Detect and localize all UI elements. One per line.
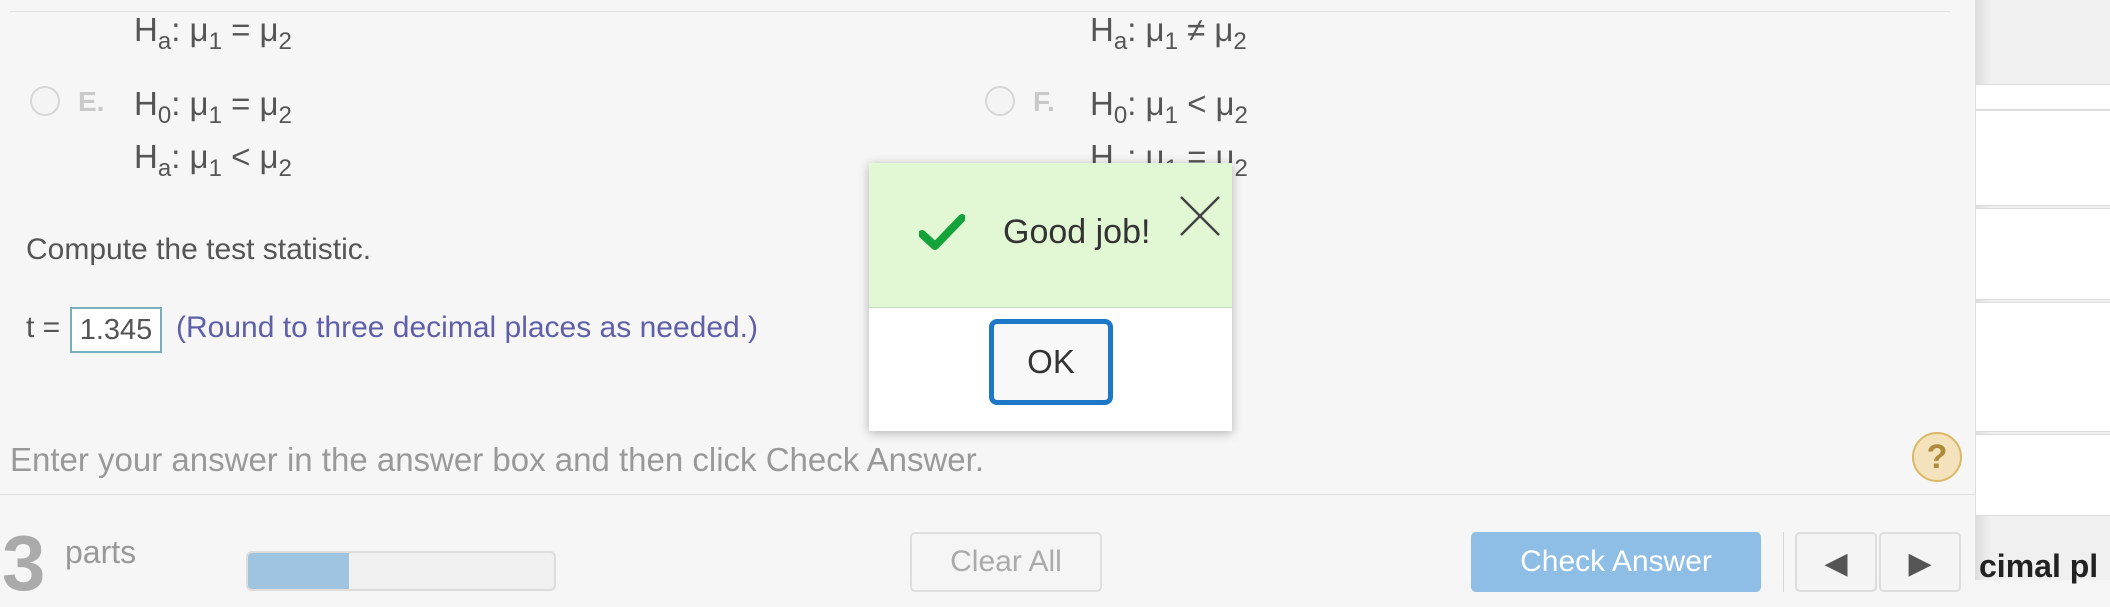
divider xyxy=(0,494,1975,495)
side-card xyxy=(1976,208,2110,300)
option-prev-alt-hypothesis: Ha: μ1 ≠ μ2 xyxy=(1090,11,1247,55)
help-button[interactable]: ? xyxy=(1912,432,1962,482)
divider xyxy=(1783,532,1784,592)
option-f-radio[interactable] xyxy=(985,86,1015,116)
triangle-right-icon: ▶ xyxy=(1908,547,1932,580)
side-panel: cimal pl xyxy=(1975,0,2110,584)
option-e-alt-hypothesis: Ha: μ1 < μ2 xyxy=(134,138,292,182)
instruction-text: Enter your answer in the answer box and … xyxy=(10,441,984,478)
side-card xyxy=(1976,84,2110,110)
divider xyxy=(10,11,1950,12)
checkmark-icon xyxy=(919,214,965,250)
parts-progress-bar xyxy=(246,551,556,591)
parts-label: parts xyxy=(65,534,137,570)
triangle-left-icon: ◀ xyxy=(1824,547,1848,580)
feedback-dialog: Good job! OK xyxy=(869,163,1232,431)
option-e-letter: E. xyxy=(78,86,105,117)
option-f-letter: F. xyxy=(1033,86,1055,117)
answer-input[interactable]: 1.345 xyxy=(70,307,162,353)
close-icon[interactable] xyxy=(1177,193,1223,239)
ok-button[interactable]: OK xyxy=(989,319,1113,405)
option-d-alt-hypothesis: Ha: μ1 = μ2 xyxy=(134,11,292,55)
side-card xyxy=(1976,302,2110,432)
dialog-header: Good job! xyxy=(869,163,1232,308)
side-card xyxy=(1976,110,2110,206)
rounding-hint: (Round to three decimal places as needed… xyxy=(176,311,759,344)
progress-fill xyxy=(248,553,349,589)
side-card xyxy=(1976,434,2110,516)
question-prompt: Compute the test statistic. xyxy=(26,233,372,266)
next-button[interactable]: ▶ xyxy=(1879,532,1961,592)
answer-variable-label: t = xyxy=(26,311,61,344)
parts-count: 3 xyxy=(2,519,46,607)
previous-button[interactable]: ◀ xyxy=(1795,532,1877,592)
dialog-message: Good job! xyxy=(1003,213,1151,251)
clear-all-button[interactable]: Clear All xyxy=(910,532,1102,592)
check-answer-button[interactable]: Check Answer xyxy=(1471,532,1761,592)
side-panel-partial-text: cimal pl xyxy=(1979,548,2099,584)
option-e-null-hypothesis: H0: μ1 = μ2 xyxy=(134,85,292,129)
option-f-null-hypothesis: H0: μ1 < μ2 xyxy=(1090,85,1248,129)
option-e-radio[interactable] xyxy=(30,86,60,116)
